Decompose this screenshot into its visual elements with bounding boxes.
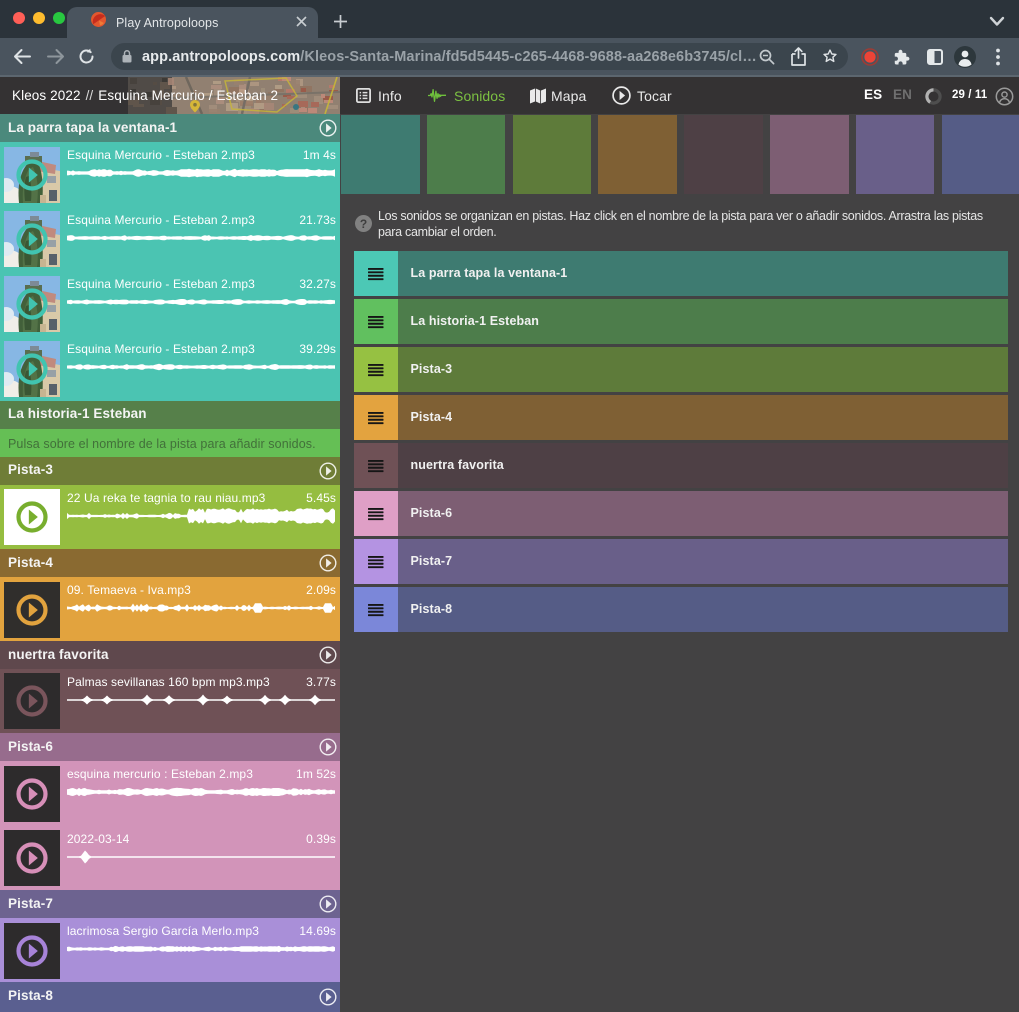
svg-text:?: ?	[359, 216, 366, 230]
